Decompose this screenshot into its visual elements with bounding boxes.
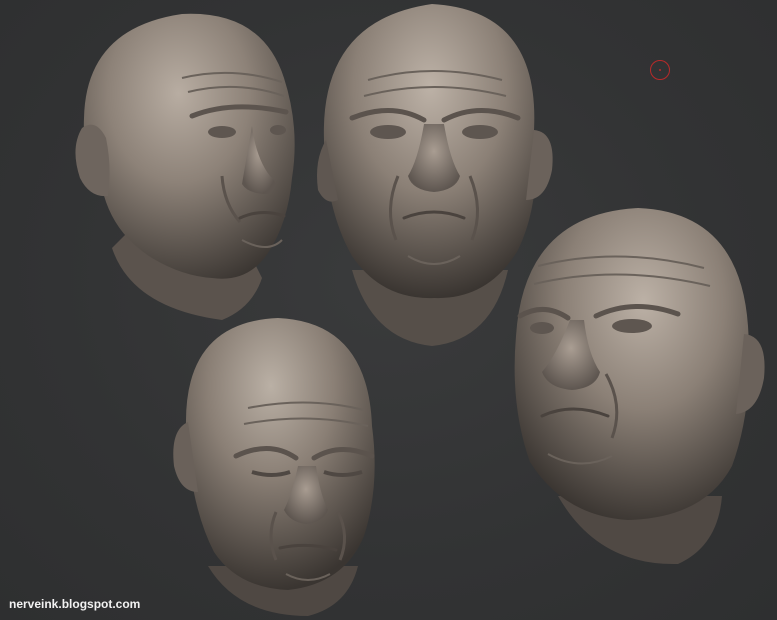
sculpt-head-three-quarter-left-up bbox=[508, 206, 770, 568]
sculpt-viewport[interactable]: nerveink.blogspot.com bbox=[0, 0, 777, 620]
sculpt-head-three-quarter-right bbox=[72, 8, 304, 324]
sculpt-head-front-down bbox=[168, 316, 382, 620]
watermark-text: nerveink.blogspot.com bbox=[9, 597, 141, 611]
brush-circle-icon bbox=[650, 60, 670, 80]
